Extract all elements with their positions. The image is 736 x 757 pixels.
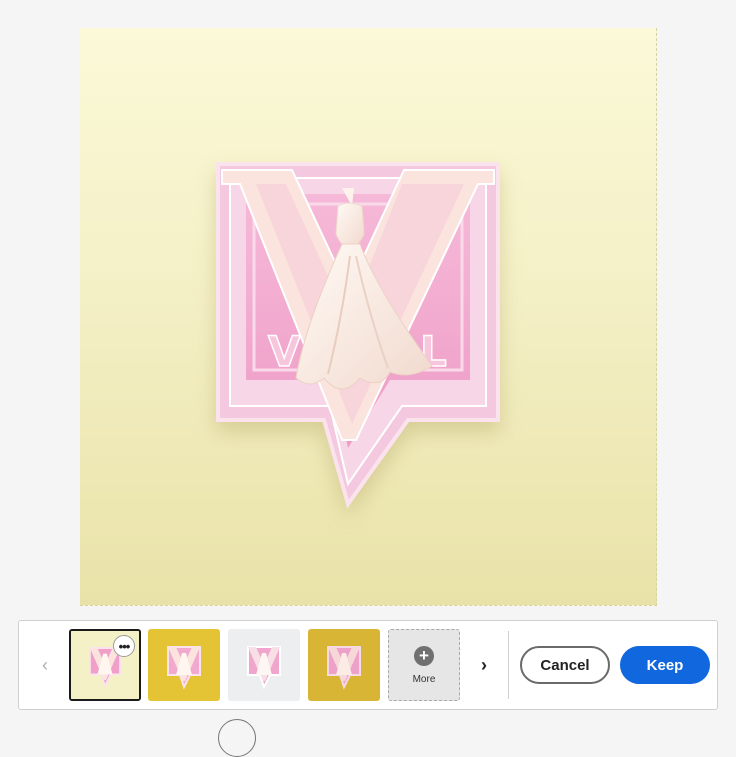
variation-thumbnail-1[interactable]: ••• <box>69 629 141 701</box>
plus-icon: + <box>414 645 434 666</box>
previous-variations-arrow[interactable]: ‹ <box>33 621 57 709</box>
variation-thumbnail-4[interactable] <box>308 629 380 701</box>
thumbnail-logo-icon <box>308 629 380 701</box>
partial-circle-button[interactable] <box>218 719 256 757</box>
variation-thumbnail-2[interactable] <box>148 629 220 701</box>
generated-image-canvas: V L <box>80 28 657 606</box>
cancel-button[interactable]: Cancel <box>520 646 610 684</box>
divider <box>508 631 509 699</box>
thumbnail-logo-icon <box>148 629 220 701</box>
more-variations-button[interactable]: + More <box>388 629 460 701</box>
more-label: More <box>412 673 436 685</box>
thumbnail-options-button[interactable]: ••• <box>113 635 135 657</box>
logo-letter-v: V <box>268 327 301 376</box>
vl-logo-artwork: V L <box>216 162 500 509</box>
next-variations-arrow[interactable]: › <box>472 621 496 709</box>
variation-bar: ‹ ••• + More › Cancel Keep <box>18 620 718 710</box>
keep-button[interactable]: Keep <box>620 646 710 684</box>
thumbnail-logo-icon <box>228 629 300 701</box>
variation-thumbnail-3[interactable] <box>228 629 300 701</box>
